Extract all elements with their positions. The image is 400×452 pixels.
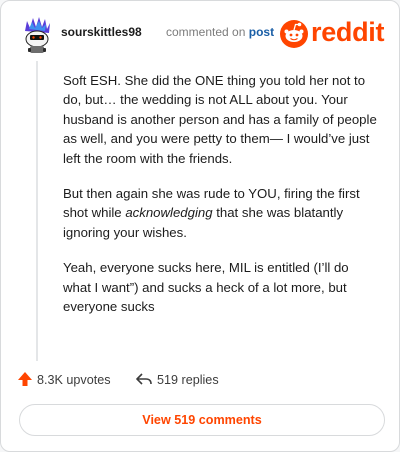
- snoo-avatar-icon: [25, 17, 50, 53]
- comment-header: sourskittles98 commented on post reddit: [17, 15, 387, 55]
- emphasized-text: acknowledging: [125, 205, 213, 221]
- paragraph-text: Soft ESH. She did the ONE thing you told…: [63, 73, 377, 166]
- comment-card: sourskittles98 commented on post reddit …: [0, 0, 400, 452]
- reply-arrow-icon[interactable]: [135, 371, 153, 387]
- comment-body: Soft ESH. She did the ONE thing you told…: [63, 71, 379, 332]
- username[interactable]: sourskittles98: [61, 25, 142, 39]
- upvote-arrow-icon[interactable]: [17, 371, 33, 387]
- comment-paragraph-2: But then again she was rude to YOU, firi…: [63, 184, 379, 242]
- post-link[interactable]: post: [249, 25, 274, 39]
- thread-line: [36, 61, 38, 361]
- upvote-count[interactable]: 8.3K upvotes: [37, 373, 111, 387]
- reddit-logo-text: reddit: [311, 17, 385, 47]
- view-comments-button[interactable]: View 519 comments: [19, 404, 385, 436]
- comment-paragraph-3: Yeah, everyone sucks here, MIL is entitl…: [63, 258, 379, 316]
- comment-paragraph-1: Soft ESH. She did the ONE thing you told…: [63, 71, 379, 168]
- reddit-logo-icon: [280, 20, 308, 48]
- avatar[interactable]: [17, 15, 57, 55]
- comment-meta: commented on post: [166, 25, 274, 39]
- reply-count[interactable]: 519 replies: [157, 373, 219, 387]
- paragraph-text: Yeah, everyone sucks here, MIL is entitl…: [63, 260, 349, 315]
- reddit-logo[interactable]: reddit: [279, 15, 387, 51]
- comment-actions: 8.3K upvotes 519 replies: [17, 369, 377, 393]
- commented-on-text: commented on: [166, 25, 246, 39]
